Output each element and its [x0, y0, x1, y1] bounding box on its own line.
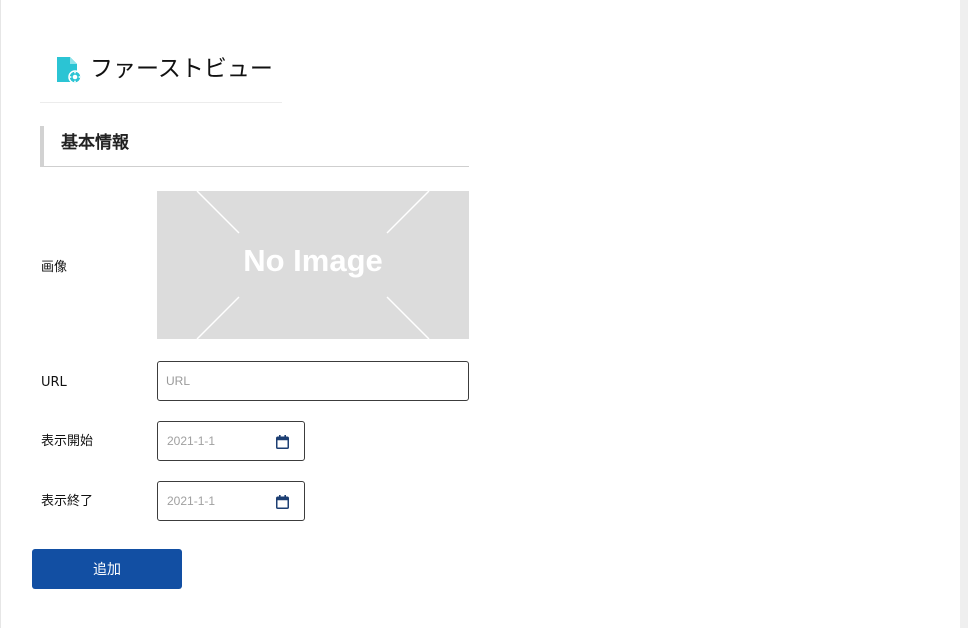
add-button[interactable]: 追加: [32, 549, 182, 589]
display-start-label: 表示開始: [41, 434, 94, 449]
image-upload-placeholder[interactable]: No Image: [157, 191, 469, 339]
display-end-value: 2021-1-1: [167, 494, 216, 508]
display-start-date-input[interactable]: 2021-1-1: [157, 421, 305, 461]
section-header-basic-info: 基本情報: [40, 126, 469, 167]
url-input[interactable]: [157, 361, 469, 401]
no-image-text: No Image: [243, 243, 383, 278]
section-title: 基本情報: [61, 133, 129, 153]
url-label: URL: [41, 375, 67, 390]
display-end-date-input[interactable]: 2021-1-1: [157, 481, 305, 521]
left-divider: [0, 0, 1, 628]
document-gear-icon: [56, 56, 82, 84]
display-start-value: 2021-1-1: [167, 434, 216, 448]
display-end-label: 表示終了: [41, 494, 94, 509]
scrollbar-track[interactable]: [960, 0, 968, 628]
page-header: ファーストビュー: [40, 0, 282, 103]
calendar-icon[interactable]: [276, 434, 289, 449]
page-title: ファーストビュー: [90, 56, 273, 82]
calendar-icon[interactable]: [276, 494, 289, 509]
image-label: 画像: [41, 260, 68, 275]
